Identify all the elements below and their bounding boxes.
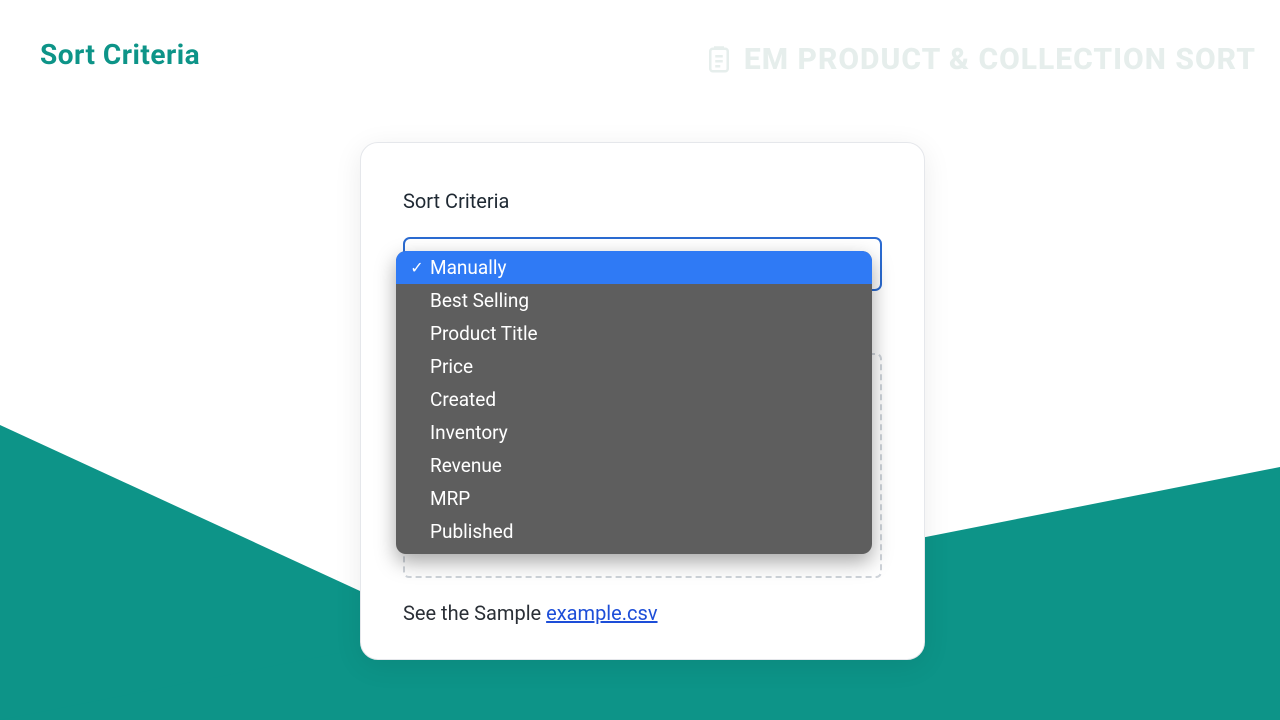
dropdown-option-label: Manually — [430, 256, 506, 279]
dropdown-option-label: Created — [430, 388, 496, 411]
field-label: Sort Criteria — [403, 189, 882, 213]
check-icon: ✓ — [408, 258, 426, 277]
dropdown-option-label: Price — [430, 355, 473, 378]
dropdown-option-label: MRP — [430, 487, 470, 510]
sample-prefix: See the Sample — [403, 601, 546, 625]
dropdown-option-label: Published — [430, 520, 513, 543]
dropdown-option[interactable]: ✓MRP — [396, 482, 872, 515]
dropdown-option[interactable]: ✓Inventory — [396, 416, 872, 449]
dropdown-option[interactable]: ✓Price — [396, 350, 872, 383]
sample-line: See the Sample example.csv — [403, 601, 658, 625]
sort-criteria-dropdown[interactable]: ✓Manually✓Best Selling✓Product Title✓Pri… — [396, 251, 872, 554]
dropdown-option-label: Best Selling — [430, 289, 529, 312]
page-title: Sort Criteria — [40, 38, 200, 71]
sort-criteria-card: Sort Criteria Manually ✓Manually✓Best Se… — [360, 142, 925, 660]
dropdown-option[interactable]: ✓Revenue — [396, 449, 872, 482]
dropdown-option[interactable]: ✓Published — [396, 515, 872, 548]
dropdown-option[interactable]: ✓Created — [396, 383, 872, 416]
sample-link[interactable]: example.csv — [546, 601, 657, 625]
dropdown-option-label: Inventory — [430, 421, 508, 444]
dropdown-option[interactable]: ✓Manually — [396, 251, 872, 284]
dropdown-option-label: Product Title — [430, 322, 538, 345]
brand-watermark: EM PRODUCT & COLLECTION SORT — [704, 42, 1256, 77]
dropdown-option-label: Revenue — [430, 454, 502, 477]
dropdown-option[interactable]: ✓Best Selling — [396, 284, 872, 317]
brand-watermark-text: EM PRODUCT & COLLECTION SORT — [744, 42, 1256, 77]
clipboard-icon — [704, 45, 734, 75]
dropdown-option[interactable]: ✓Product Title — [396, 317, 872, 350]
